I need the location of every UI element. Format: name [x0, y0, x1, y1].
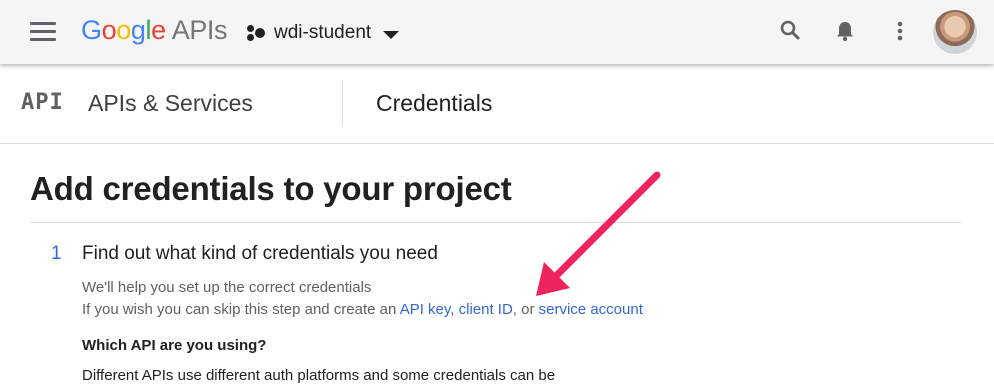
- annotation-arrow: [536, 171, 661, 296]
- heading-divider: [30, 222, 961, 223]
- section-title[interactable]: APIs & Services: [88, 90, 253, 117]
- more-vert-icon[interactable]: [886, 17, 914, 45]
- separator: ,: [450, 301, 459, 318]
- top-app-bar: Google APIs wdi-student: [0, 0, 994, 64]
- page-breadcrumb: Credentials: [376, 90, 493, 116]
- logo-letter: g: [130, 15, 146, 45]
- step-title: Find out what kind of credentials you ne…: [82, 243, 438, 264]
- logo-letter: G: [81, 15, 102, 45]
- skip-text-prefix: If you wish you can skip this step and c…: [82, 301, 400, 318]
- search-icon[interactable]: [777, 17, 805, 45]
- separator: , or: [512, 301, 539, 318]
- section-header: API APIs & Services Credentials: [0, 64, 994, 144]
- caret-down-icon: [383, 30, 400, 39]
- project-dots-icon: [246, 23, 266, 43]
- api-key-link[interactable]: API key: [400, 301, 451, 318]
- logo-letter: o: [116, 15, 131, 45]
- api-description: Different APIs use different auth platfo…: [82, 367, 556, 384]
- google-apis-logo[interactable]: Google APIs: [81, 13, 228, 47]
- api-logo-icon: API: [21, 90, 64, 115]
- project-name: wdi-student: [274, 22, 372, 43]
- client-id-link[interactable]: client ID: [459, 301, 513, 318]
- api-question: Which API are you using?: [82, 337, 267, 354]
- user-avatar[interactable]: [933, 10, 977, 54]
- logo-letter: o: [101, 15, 117, 45]
- logo-letter: e: [151, 15, 166, 45]
- logo-apis-text: APIs: [171, 15, 228, 45]
- service-account-link[interactable]: service account: [539, 301, 643, 318]
- hamburger-menu-icon[interactable]: [30, 22, 56, 42]
- project-selector[interactable]: wdi-student: [246, 18, 400, 48]
- page-title: Add credentials to your project: [30, 170, 512, 207]
- notifications-bell-icon[interactable]: [831, 17, 859, 45]
- help-text: We'll help you set up the correct creden…: [82, 279, 372, 296]
- step-number: 1: [51, 243, 62, 264]
- skip-step-text: If you wish you can skip this step and c…: [82, 301, 643, 318]
- header-divider: [342, 80, 343, 126]
